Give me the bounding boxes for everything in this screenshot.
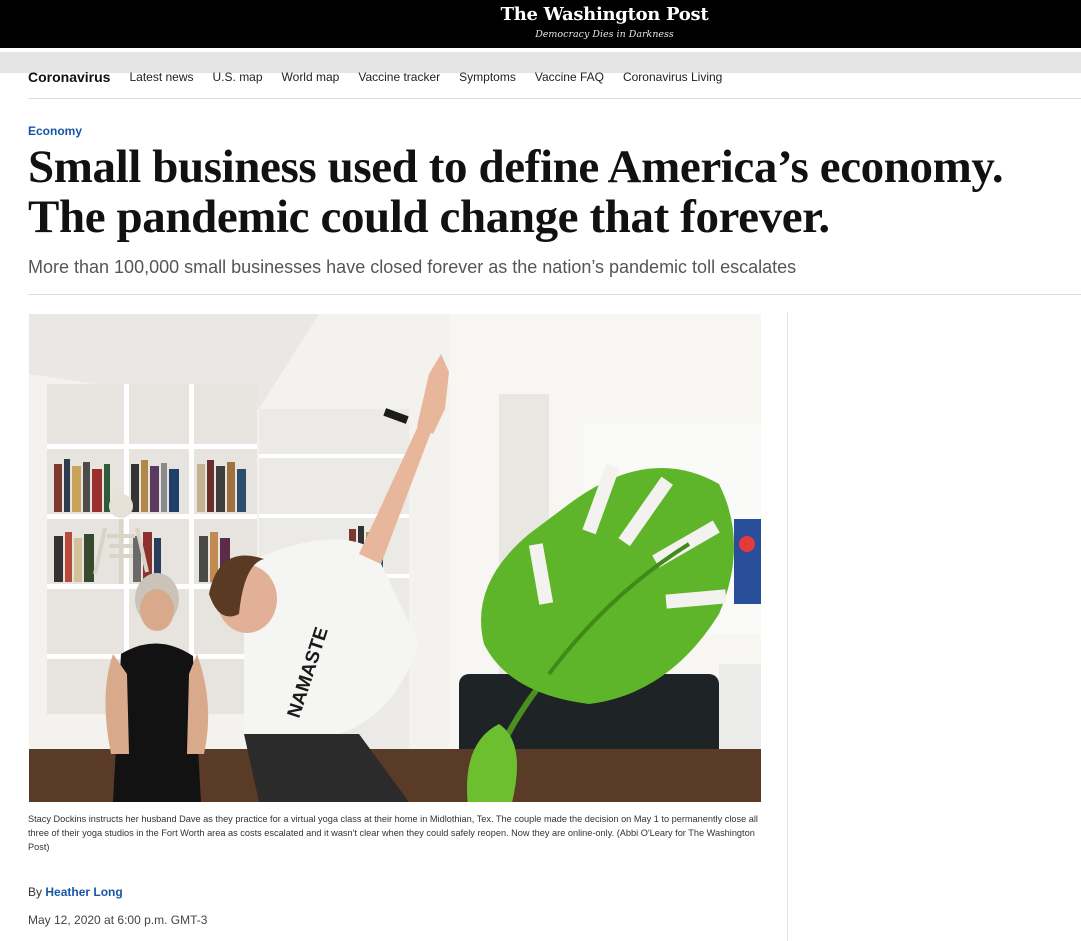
dek-divider <box>28 294 1081 295</box>
site-logo[interactable]: The Washington Post <box>0 4 1081 25</box>
lead-photo[interactable]: NAMASTE <box>29 314 761 802</box>
nav-link-us-map[interactable]: U.S. map <box>213 70 263 84</box>
sidebar-column-divider <box>787 312 788 941</box>
byline-prefix: By <box>28 885 43 899</box>
lead-photo-illustration: NAMASTE <box>29 314 761 802</box>
nav-section-coronavirus[interactable]: Coronavirus <box>28 69 110 85</box>
nav-link-vaccine-tracker[interactable]: Vaccine tracker <box>358 70 440 84</box>
author-link[interactable]: Heather Long <box>45 885 122 899</box>
nav-link-world-map[interactable]: World map <box>282 70 340 84</box>
section-kicker[interactable]: Economy <box>28 124 82 138</box>
nav-link-symptoms[interactable]: Symptoms <box>459 70 516 84</box>
photo-caption: Stacy Dockins instructs her husband Dave… <box>28 814 758 852</box>
nav-link-latest-news[interactable]: Latest news <box>129 70 193 84</box>
article-dek: More than 100,000 small businesses have … <box>28 257 797 277</box>
section-nav: Coronavirus Latest news U.S. map World m… <box>28 66 741 88</box>
byline: By Heather Long <box>28 885 123 899</box>
nav-link-vaccine-faq[interactable]: Vaccine FAQ <box>535 70 604 84</box>
nav-link-coronavirus-living[interactable]: Coronavirus Living <box>623 70 722 84</box>
site-tagline: Democracy Dies in Darkness <box>535 29 674 40</box>
nav-divider <box>28 98 1081 99</box>
publish-date: May 12, 2020 at 6:00 p.m. GMT-3 <box>28 913 208 927</box>
article-headline: Small business used to define America’s … <box>28 141 1004 243</box>
